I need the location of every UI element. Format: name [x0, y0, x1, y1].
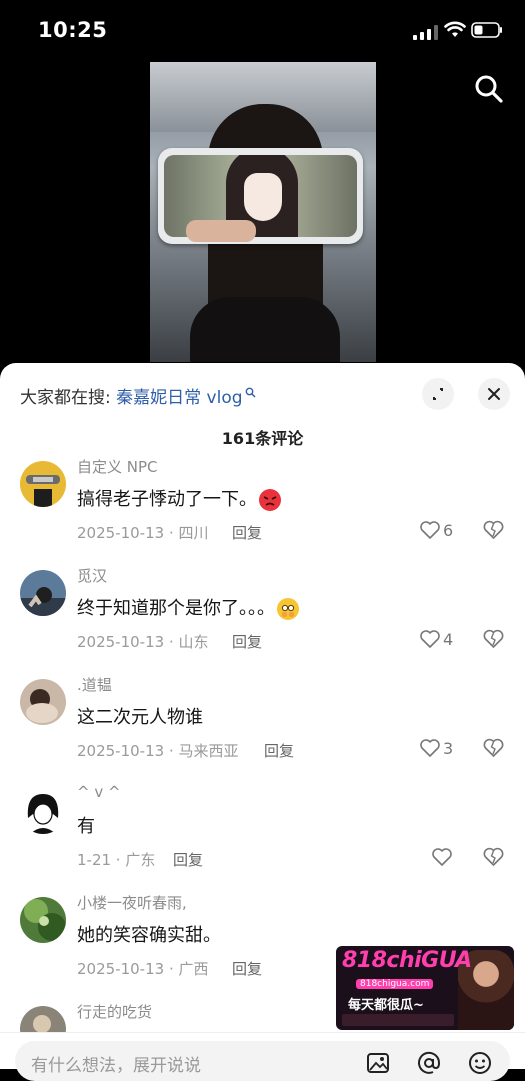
angry-face-icon [259, 489, 281, 511]
comment-item: .道韫 这二次元人物谁 2025-10-13 · 马来西亚 回复 3 [0, 676, 525, 787]
comment-username[interactable]: 行走的吃货 [77, 1001, 152, 1022]
expand-icon [433, 388, 443, 400]
avatar-image [20, 570, 66, 616]
search-icon[interactable] [472, 72, 506, 106]
avatar[interactable] [20, 461, 66, 507]
ad-brand: 818chiGUA [342, 948, 472, 973]
comment-item: 自定义 NPC 搞得老子悸动了一下。 2025-10-13 · 四川 回复 6 [0, 458, 525, 569]
broken-heart-icon[interactable] [483, 520, 504, 540]
search-suggestion[interactable]: 大家都在搜: 秦嘉妮日常 vlog [20, 383, 256, 408]
comment-meta: 2025-10-13 · 马来西亚 [77, 742, 239, 760]
broken-heart-icon[interactable] [483, 738, 504, 758]
comment-count: 161条评论 [221, 429, 304, 448]
comment-text: 这二次元人物谁 [77, 707, 203, 728]
ad-site: 818chigua.com [356, 979, 434, 989]
heart-icon[interactable] [432, 848, 452, 866]
like-count: 6 [443, 521, 454, 540]
close-icon [488, 388, 500, 400]
reply-button[interactable]: 回复 [232, 522, 262, 543]
video-person-body [190, 297, 340, 362]
status-bar: 10:25 [0, 0, 525, 62]
reply-button[interactable]: 回复 [173, 849, 203, 870]
ad-slogan: 每天都很瓜~ [348, 998, 424, 1013]
video-held-phone [158, 148, 363, 244]
comment-text-content: 搞得老子悸动了一下。 [77, 489, 257, 510]
battery-icon [471, 22, 502, 38]
comment-meta: 2025-10-13 · 山东 [77, 633, 209, 651]
pleading-face-icon [277, 598, 299, 620]
avatar[interactable] [20, 897, 66, 943]
comment-meta: 2025-10-13 · 四川 [77, 524, 209, 542]
reply-button[interactable]: 回复 [232, 958, 262, 979]
avatar-image [20, 897, 66, 943]
avatar-image [20, 679, 66, 725]
heart-icon[interactable] [420, 521, 440, 539]
comment-input-bar: 有什么想法，展开说说 [0, 1032, 525, 1081]
reply-button[interactable]: 回复 [232, 631, 262, 652]
avatar[interactable] [20, 788, 66, 834]
avatar[interactable] [20, 570, 66, 616]
comment-text: 终于知道那个是你了。。。 [77, 594, 299, 620]
comment-input-placeholder: 有什么想法，展开说说 [31, 1056, 201, 1076]
comment-username[interactable]: 自定义 NPC [77, 456, 158, 477]
wifi-icon [444, 21, 466, 37]
comment-input[interactable]: 有什么想法，展开说说 [15, 1041, 510, 1081]
ad-banner[interactable]: 818chiGUA 818chigua.com 每天都很瓜~ [336, 946, 514, 1030]
comment-text-content: 终于知道那个是你了。。。 [77, 598, 275, 619]
ad-decoration [342, 1014, 454, 1026]
like-count: 3 [443, 739, 454, 758]
broken-heart-icon[interactable] [483, 629, 504, 649]
reply-button[interactable]: 回复 [264, 740, 294, 761]
video-hand [186, 220, 256, 242]
comment-meta: 1-21 · 广东 [77, 851, 156, 869]
search-suggestion-prefix: 大家都在搜: [20, 388, 111, 408]
avatar-image [20, 461, 66, 507]
comment-text: 有 [77, 816, 95, 837]
heart-icon[interactable] [420, 739, 440, 757]
video-player[interactable] [150, 62, 376, 362]
broken-heart-icon[interactable] [483, 847, 504, 867]
comment-meta: 2025-10-13 · 广西 [77, 960, 209, 978]
anime-character-face [244, 173, 282, 221]
heart-icon[interactable] [420, 630, 440, 648]
avatar-image [20, 788, 66, 834]
cellular-signal-icon [413, 25, 438, 40]
emoji-icon[interactable] [467, 1050, 493, 1076]
comment-username[interactable]: ^ v ^ [77, 783, 121, 801]
comment-text: 她的笑容确实甜。 [77, 925, 221, 946]
status-time: 10:25 [38, 18, 108, 42]
comment-item: 觅汉 终于知道那个是你了。。。 2025-10-13 · 山东 回复 4 [0, 567, 525, 678]
expand-button[interactable] [422, 378, 454, 410]
mention-icon[interactable] [416, 1050, 442, 1076]
like-count: 4 [443, 630, 454, 649]
comment-text: 搞得老子悸动了一下。 [77, 485, 281, 511]
avatar[interactable] [20, 679, 66, 725]
comment-username[interactable]: 小楼一夜听春雨, [77, 892, 187, 913]
comment-username[interactable]: .道韫 [77, 674, 112, 695]
close-button[interactable] [478, 378, 510, 410]
comment-username[interactable]: 觅汉 [77, 565, 107, 586]
search-suggestion-keyword[interactable]: 秦嘉妮日常 vlog [116, 388, 242, 408]
search-small-icon [245, 387, 256, 398]
image-icon[interactable] [365, 1050, 391, 1076]
comment-item: ^ v ^ 有 1-21 · 广东 回复 [0, 783, 525, 896]
